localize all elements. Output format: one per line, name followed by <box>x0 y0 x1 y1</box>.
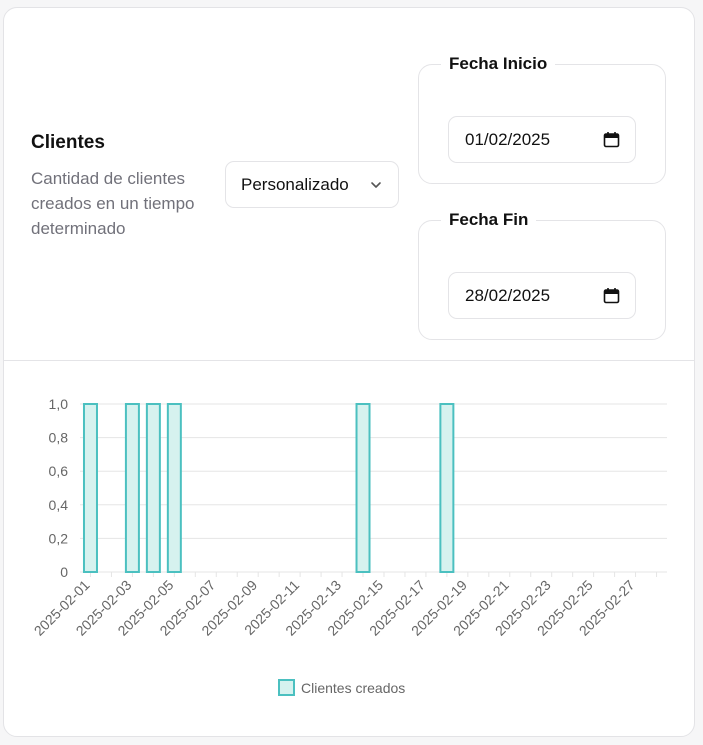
range-select-value: Personalizado <box>241 174 349 194</box>
card-header: Clientes Cantidad de clientes creados en… <box>4 8 694 360</box>
end-date-input[interactable]: 28/02/2025 <box>448 272 636 319</box>
end-date-label: Fecha Fin <box>449 210 529 229</box>
start-date-value: 01/02/2025 <box>465 129 551 149</box>
clients-bar-chart: 0 0,2 0,4 0,6 0,8 1,0 2025-02-01 2025-02-03 2025… <box>4 361 694 736</box>
end-date-value: 28/02/2025 <box>465 285 551 305</box>
bar <box>82 403 98 573</box>
calendar-icon[interactable] <box>603 131 620 148</box>
clients-card: Clientes Cantidad de clientes creados en… <box>3 7 695 737</box>
y-tick-label: 0 <box>60 564 68 580</box>
bar <box>145 403 161 573</box>
bar <box>355 403 371 573</box>
calendar-icon[interactable] <box>603 287 620 304</box>
range-select[interactable]: Personalizado <box>225 161 399 208</box>
y-tick-label: 1,0 <box>49 396 69 412</box>
bar <box>166 403 182 573</box>
start-date-input[interactable]: 01/02/2025 <box>448 116 636 163</box>
y-tick-label: 0,8 <box>49 430 69 446</box>
start-date-group: Fecha Inicio 01/02/2025 <box>418 54 666 184</box>
card-title: Clientes <box>31 132 105 153</box>
y-tick-label: 0,4 <box>49 497 69 513</box>
bar <box>439 403 455 573</box>
bar <box>124 403 140 573</box>
chevron-down-icon <box>371 182 381 188</box>
chart-svg: 00,20,40,60,81,02025-02-012025-02-032025… <box>31 396 667 696</box>
start-date-label: Fecha Inicio <box>449 54 548 73</box>
legend-swatch <box>278 679 295 696</box>
legend-label: Clientes creados <box>301 680 405 696</box>
y-tick-label: 0,6 <box>49 463 69 479</box>
end-date-group: Fecha Fin 28/02/2025 <box>418 210 666 340</box>
card-description: Cantidad de clientes creados en un tiemp… <box>31 169 195 238</box>
y-tick-label: 0,2 <box>49 530 69 546</box>
